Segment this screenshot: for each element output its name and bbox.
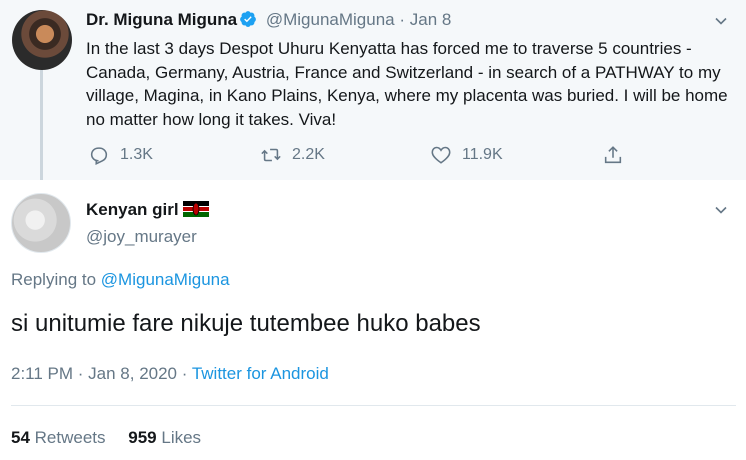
share-button[interactable] <box>602 144 634 166</box>
retweet-count: 2.2K <box>292 146 325 163</box>
separator: · <box>399 10 406 29</box>
replying-handle-link[interactable]: @MigunaMiguna <box>101 270 230 289</box>
replying-prefix: Replying to <box>11 270 97 289</box>
author-name[interactable]: Kenyan girl <box>86 200 179 219</box>
likes-stat[interactable]: 959 Likes <box>128 428 201 447</box>
reply-count: 1.3K <box>120 146 153 163</box>
tweet-header: Dr. Miguna Miguna @MigunaMiguna · Jan 8 <box>86 10 451 30</box>
tweet-date[interactable]: Jan 8 <box>410 10 452 29</box>
reply-icon <box>90 147 108 165</box>
tweet-meta: 2:11 PM · Jan 8, 2020 · Twitter for Andr… <box>11 364 329 384</box>
like-icon <box>431 146 451 164</box>
retweet-button[interactable]: 2.2K <box>260 144 325 166</box>
author-handle[interactable]: @joy_murayer <box>86 227 197 247</box>
verified-badge-icon <box>240 11 256 27</box>
likes-count: 959 <box>128 428 157 447</box>
parent-tweet[interactable]: Dr. Miguna Miguna @MigunaMiguna · Jan 8 … <box>0 0 746 180</box>
avatar[interactable] <box>12 10 72 70</box>
author-name[interactable]: Dr. Miguna Miguna <box>86 10 237 29</box>
chevron-down-icon[interactable] <box>714 14 728 28</box>
retweets-count: 54 <box>11 428 30 447</box>
tweet-text: si unitumie fare nikuje tutembee huko ba… <box>11 310 481 337</box>
reply-header: Kenyan girl <box>86 200 209 220</box>
tweet-stats: 54 Retweets 959 Likes <box>11 428 219 448</box>
like-count: 11.9K <box>462 146 503 163</box>
retweets-label: Retweets <box>34 428 106 447</box>
like-button[interactable]: 11.9K <box>430 144 503 166</box>
author-handle[interactable]: @MigunaMiguna <box>266 10 395 29</box>
reply-button[interactable]: 1.3K <box>88 144 153 166</box>
kenya-flag-icon <box>182 201 209 217</box>
share-icon <box>604 146 622 164</box>
chevron-down-icon[interactable] <box>714 203 728 217</box>
likes-label: Likes <box>161 428 202 447</box>
divider <box>11 405 736 406</box>
avatar[interactable] <box>11 193 71 253</box>
tweet-timestamp[interactable]: 2:11 PM · Jan 8, 2020 · <box>11 364 187 383</box>
tweet-text: In the last 3 days Despot Uhuru Kenyatta… <box>86 39 728 129</box>
retweets-stat[interactable]: 54 Retweets <box>11 428 106 447</box>
replying-to: Replying to @MigunaMiguna <box>11 270 230 290</box>
tweet-actions: 1.3K 2.2K 11.9K <box>0 144 746 170</box>
tweet-source-link[interactable]: Twitter for Android <box>192 364 329 383</box>
retweet-icon <box>261 148 281 162</box>
